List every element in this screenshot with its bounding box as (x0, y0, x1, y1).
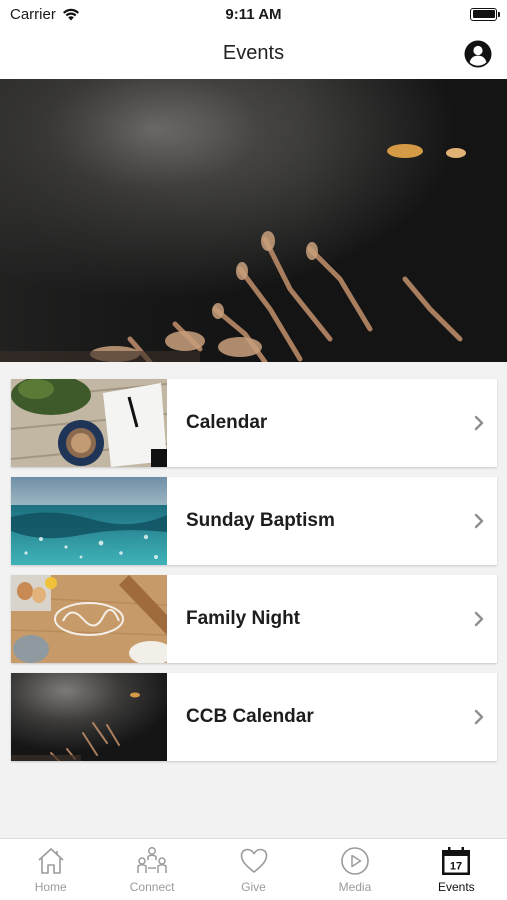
carrier-label: Carrier (10, 5, 56, 23)
desk-notebook-photo (11, 379, 167, 467)
event-card-sunday-baptism[interactable]: Sunday Baptism (11, 477, 497, 565)
profile-icon[interactable] (464, 40, 492, 68)
tab-home[interactable]: Home (0, 839, 101, 900)
tab-label: Home (34, 880, 67, 894)
tab-events[interactable]: 17 Events (406, 839, 507, 900)
tab-connect[interactable]: Connect (101, 839, 202, 900)
wifi-icon (62, 8, 79, 20)
heart-icon (237, 845, 271, 877)
event-card-ccb-calendar[interactable]: CCB Calendar (11, 673, 497, 761)
calendar-badge-number: 17 (450, 861, 462, 873)
tab-label: Connect (129, 880, 175, 894)
water-photo (11, 477, 167, 565)
home-icon (34, 845, 68, 877)
chevron-right-icon (461, 611, 497, 627)
event-card-label: Sunday Baptism (186, 510, 335, 531)
chevron-right-icon (461, 513, 497, 529)
event-card-label: Family Night (186, 608, 301, 629)
tab-bar: Home Connect Give Media 17 Events (0, 838, 507, 900)
status-bar: Carrier 9:11 AM (0, 0, 507, 28)
connect-icon (135, 845, 169, 877)
tab-label: Media (338, 880, 372, 894)
event-card-label: Calendar (186, 412, 268, 433)
event-card-label: CCB Calendar (186, 706, 314, 727)
worship-hands-photo (0, 79, 507, 362)
play-icon (338, 845, 372, 877)
worship-hands-photo (11, 673, 167, 761)
calendar-icon: 17 (439, 845, 473, 877)
tab-media[interactable]: Media (304, 839, 405, 900)
battery-icon (470, 7, 500, 21)
event-card-calendar[interactable]: Calendar (11, 379, 497, 467)
family-flour-photo (11, 575, 167, 663)
page-title: Events (222, 42, 285, 64)
chevron-right-icon (461, 709, 497, 725)
tab-give[interactable]: Give (203, 839, 304, 900)
event-card-family-night[interactable]: Family Night (11, 575, 497, 663)
hero-image (0, 79, 507, 362)
chevron-right-icon (461, 415, 497, 431)
tab-label: Events (437, 880, 475, 894)
tab-label: Give (241, 880, 266, 894)
carrier-group: Carrier (10, 6, 80, 23)
navigation-bar: Events (0, 28, 507, 79)
